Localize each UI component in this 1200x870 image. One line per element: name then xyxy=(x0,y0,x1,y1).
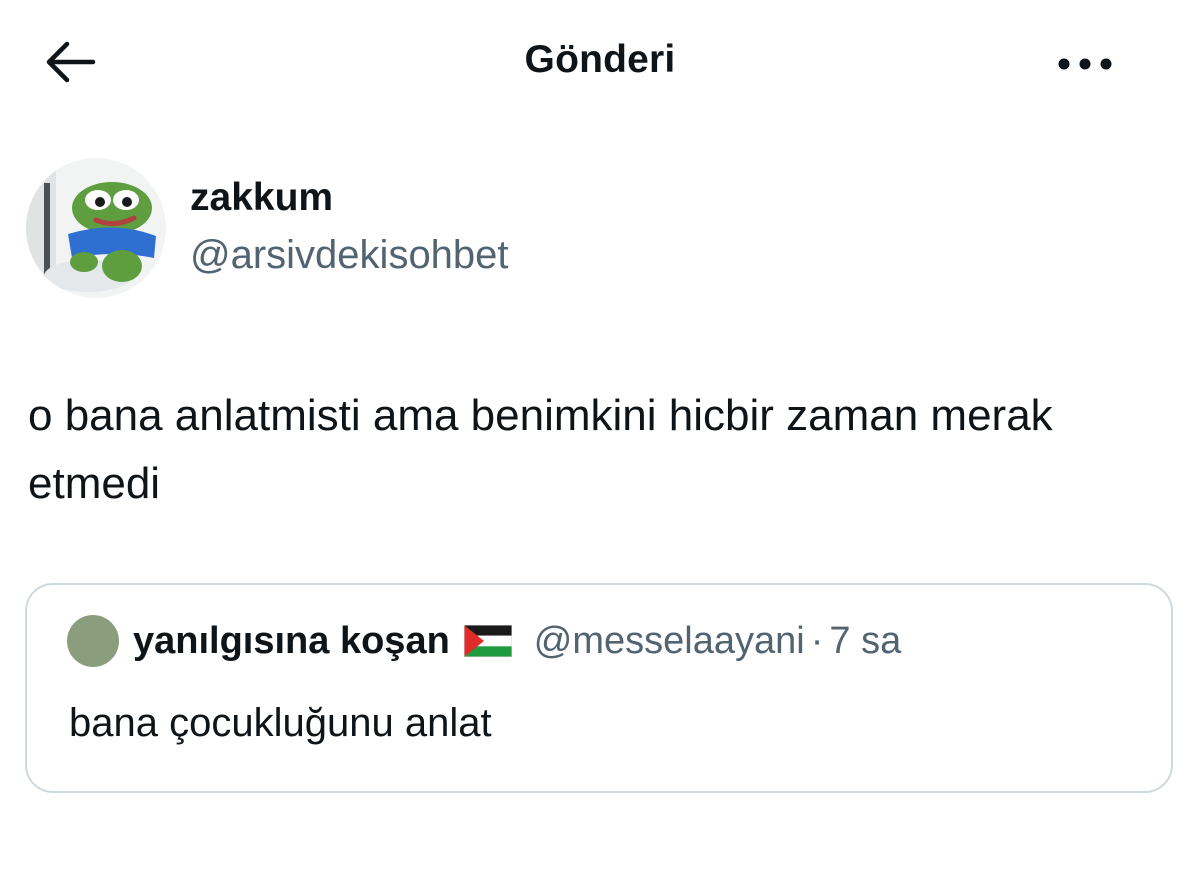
quoted-author-name[interactable]: yanılgısına koşan xyxy=(133,620,450,663)
separator-dot: · xyxy=(810,619,824,662)
quoted-tweet-card[interactable]: yanılgısına koşan @messelaayani · 7 sa b… xyxy=(25,583,1173,793)
tweet-text: o bana anlatmisti ama benimkini hicbir z… xyxy=(28,391,1053,508)
author-avatar[interactable] xyxy=(26,158,166,298)
tweet-detail-page: Gönderi zakkum @arsivdekisohbet o bana a… xyxy=(0,0,1200,870)
author-handle[interactable]: @arsivdekisohbet xyxy=(190,233,509,278)
page-title: Gönderi xyxy=(524,38,676,81)
quoted-tweet-header: yanılgısına koşan @messelaayani · 7 sa xyxy=(67,615,901,667)
quoted-author-handle[interactable]: @messelaayani xyxy=(534,620,805,663)
quoted-author-avatar[interactable] xyxy=(67,615,119,667)
quoted-timestamp[interactable]: 7 sa xyxy=(829,620,901,663)
quoted-tweet-text: bana çocukluğunu anlat xyxy=(69,701,492,745)
more-horizontal-icon xyxy=(1058,58,1112,70)
palestine-flag-icon xyxy=(463,625,512,657)
frog-avatar xyxy=(26,158,166,298)
top-bar: Gönderi xyxy=(0,0,1200,120)
author-display-name[interactable]: zakkum xyxy=(190,176,333,220)
more-options-button[interactable] xyxy=(1040,36,1130,92)
